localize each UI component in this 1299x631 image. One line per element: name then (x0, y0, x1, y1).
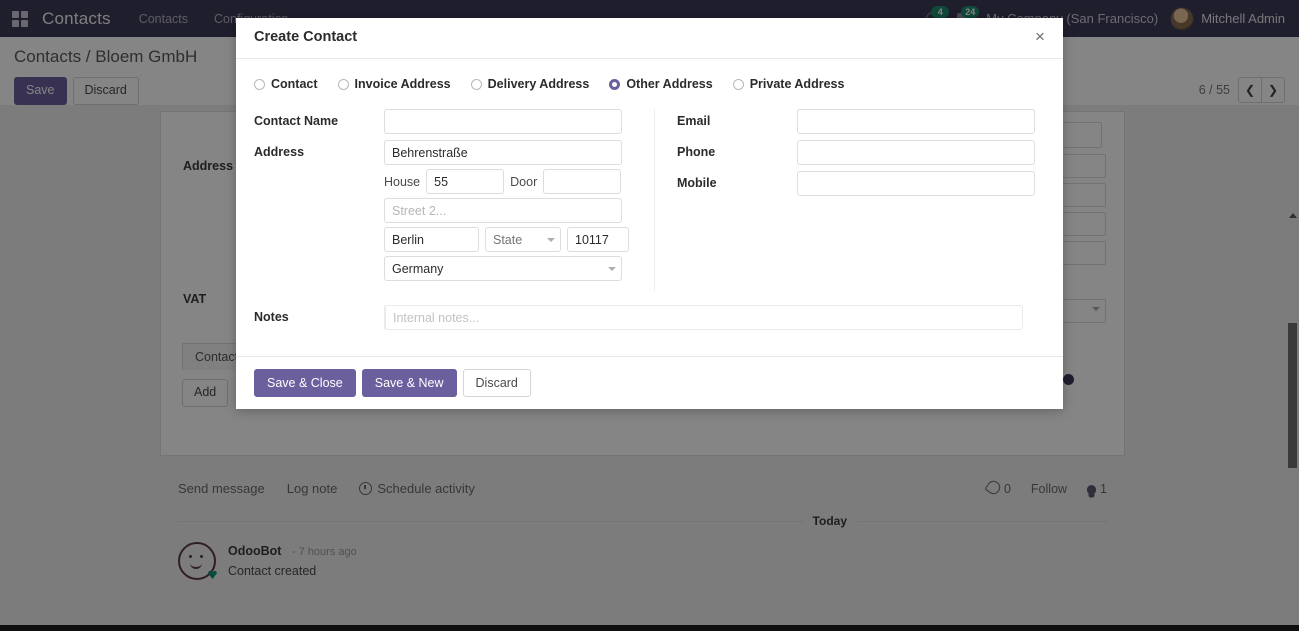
field-phone: Phone (677, 140, 1054, 165)
house-label: House (384, 174, 421, 189)
phone-label: Phone (677, 145, 716, 159)
save-and-new-button[interactable]: Save & New (361, 369, 457, 397)
radio-private-address-label: Private Address (749, 77, 845, 91)
door-label: Door (510, 174, 538, 189)
email-input[interactable] (797, 109, 1035, 134)
field-contact-name: Contact Name (254, 109, 654, 134)
street2-input[interactable] (384, 198, 622, 223)
radio-invoice-address-label: Invoice Address (354, 77, 451, 91)
radio-other-address[interactable]: Other Address (609, 77, 713, 91)
form-column-left: Contact Name Address House (254, 109, 654, 291)
dialog-title: Create Contact (254, 29, 358, 45)
create-contact-dialog: Create Contact × Contact Invoice Address… (236, 18, 1063, 409)
contact-name-label: Contact Name (254, 114, 339, 128)
city-input[interactable] (384, 227, 479, 252)
odoo-app-window: Contacts Contacts Configuration 4 24 My … (0, 0, 1299, 631)
radio-delivery-address-icon (470, 78, 482, 90)
radio-other-address-label: Other Address (626, 77, 713, 91)
dialog-discard-button[interactable]: Discard (462, 369, 531, 397)
address-label: Address (254, 145, 305, 159)
dialog-footer: Save & Close Save & New Discard (236, 356, 1063, 409)
radio-contact-icon (254, 78, 265, 90)
radio-delivery-address[interactable]: Delivery Address (470, 77, 590, 91)
state-select-wrap (485, 227, 561, 252)
door-input[interactable] (543, 169, 622, 194)
dialog-form-grid: Contact Name Address House (254, 109, 1045, 291)
radio-private-address-icon (732, 78, 744, 90)
country-select[interactable] (384, 256, 622, 281)
radio-invoice-address-icon (337, 78, 349, 90)
field-notes: Notes (254, 305, 1045, 348)
radio-private-address[interactable]: Private Address (732, 77, 845, 91)
radio-delivery-address-label: Delivery Address (487, 77, 590, 91)
country-select-wrap (384, 256, 622, 281)
radio-other-address-icon (609, 78, 621, 90)
form-column-right: Email Phone Mobile (654, 109, 1054, 291)
mobile-label: Mobile (677, 176, 717, 190)
address-type-radio-group: Contact Invoice Address Delivery Address… (254, 75, 1045, 109)
radio-contact-label: Contact (271, 77, 318, 91)
notes-input[interactable] (385, 305, 1023, 330)
state-select[interactable] (485, 227, 561, 252)
dialog-header: Create Contact × (236, 18, 1063, 59)
phone-input[interactable] (797, 140, 1035, 165)
field-email: Email (677, 109, 1054, 134)
mobile-input[interactable] (797, 171, 1035, 196)
close-icon[interactable]: × (1029, 26, 1051, 48)
email-label: Email (677, 114, 711, 128)
notes-label: Notes (254, 310, 289, 324)
zip-input[interactable] (567, 227, 629, 252)
street-input[interactable] (384, 140, 622, 165)
save-and-close-button[interactable]: Save & Close (254, 369, 356, 397)
dialog-body: Contact Invoice Address Delivery Address… (236, 59, 1063, 356)
contact-name-input[interactable] (384, 109, 622, 134)
house-input[interactable] (426, 169, 505, 194)
field-address: Address House Door (254, 140, 654, 285)
field-mobile: Mobile (677, 171, 1054, 196)
radio-invoice-address[interactable]: Invoice Address (337, 77, 451, 91)
radio-contact[interactable]: Contact (254, 77, 318, 91)
